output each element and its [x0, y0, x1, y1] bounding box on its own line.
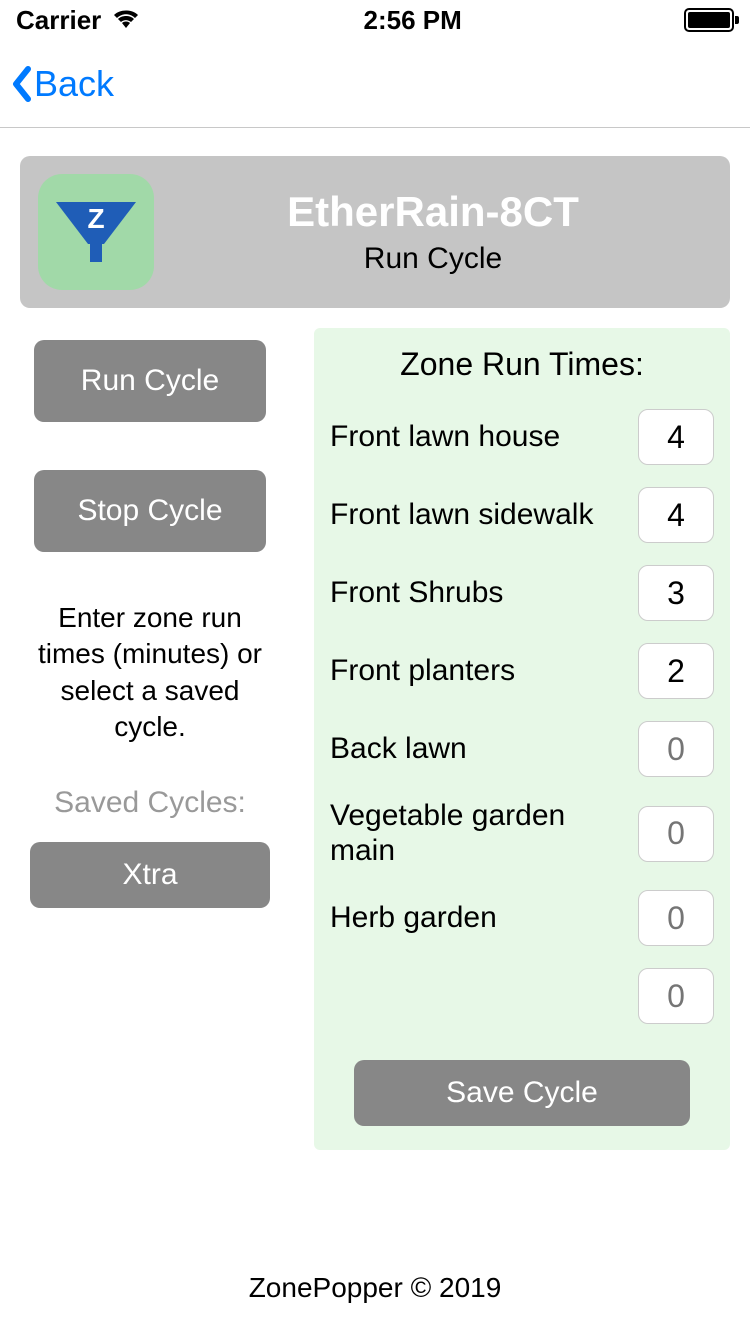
- zone-time-input[interactable]: [638, 565, 714, 621]
- status-left: Carrier: [16, 5, 141, 36]
- zone-name-label: Herb garden: [330, 901, 628, 936]
- device-header: Z EtherRain-8CT Run Cycle: [20, 156, 730, 308]
- stop-cycle-button[interactable]: Stop Cycle: [34, 470, 266, 552]
- battery-icon: [684, 8, 734, 32]
- run-cycle-button[interactable]: Run Cycle: [34, 340, 266, 422]
- svg-text:Z: Z: [87, 203, 104, 234]
- chevron-left-icon: [10, 65, 32, 103]
- status-right: [684, 8, 734, 32]
- app-icon: Z: [38, 174, 154, 290]
- zone-name-label: Back lawn: [330, 732, 628, 767]
- zone-row: Front lawn sidewalk: [330, 487, 714, 543]
- nav-bar: Back: [0, 40, 750, 128]
- saved-cycles-list: Xtra: [30, 842, 270, 908]
- status-bar: Carrier 2:56 PM: [0, 0, 750, 40]
- zone-row: Front lawn house: [330, 409, 714, 465]
- zone-time-input[interactable]: [638, 968, 714, 1024]
- help-text: Enter zone run times (minutes) or select…: [20, 600, 280, 746]
- save-cycle-button[interactable]: Save Cycle: [354, 1060, 690, 1126]
- zone-name-label: Front lawn sidewalk: [330, 498, 628, 533]
- zone-name-label: Front Shrubs: [330, 576, 628, 611]
- zone-row: Vegetable garden main: [330, 799, 714, 868]
- zone-time-input[interactable]: [638, 643, 714, 699]
- zone-row: [330, 968, 714, 1024]
- zone-time-input[interactable]: [638, 721, 714, 777]
- clock: 2:56 PM: [364, 5, 462, 36]
- zone-time-input[interactable]: [638, 806, 714, 862]
- footer-text: ZonePopper © 2019: [0, 1272, 750, 1304]
- zone-time-input[interactable]: [638, 487, 714, 543]
- carrier-label: Carrier: [16, 5, 101, 36]
- wifi-icon: [111, 5, 141, 36]
- main-content: Run Cycle Stop Cycle Enter zone run time…: [20, 328, 730, 1150]
- zone-row: Front planters: [330, 643, 714, 699]
- header-text: EtherRain-8CT Run Cycle: [154, 188, 712, 276]
- left-panel: Run Cycle Stop Cycle Enter zone run time…: [20, 328, 280, 1150]
- zone-panel: Zone Run Times: Front lawn houseFront la…: [314, 328, 730, 1150]
- zone-time-input[interactable]: [638, 409, 714, 465]
- device-title: EtherRain-8CT: [287, 188, 579, 236]
- saved-cycles-heading: Saved Cycles:: [54, 786, 246, 820]
- zone-row: Back lawn: [330, 721, 714, 777]
- back-button[interactable]: Back: [10, 63, 114, 105]
- zone-list: Front lawn house Front lawn sidewalk Front…: [330, 409, 714, 1024]
- device-subtitle: Run Cycle: [364, 242, 502, 276]
- zone-panel-title: Zone Run Times:: [330, 346, 714, 383]
- zone-row: Herb garden: [330, 890, 714, 946]
- zone-name-label: Front lawn house: [330, 420, 628, 455]
- zone-time-input[interactable]: [638, 890, 714, 946]
- back-label: Back: [34, 63, 114, 105]
- zone-name-label: Front planters: [330, 654, 628, 689]
- zone-row: Front Shrubs: [330, 565, 714, 621]
- saved-cycle-button[interactable]: Xtra: [30, 842, 270, 908]
- zone-name-label: Vegetable garden main: [330, 799, 628, 868]
